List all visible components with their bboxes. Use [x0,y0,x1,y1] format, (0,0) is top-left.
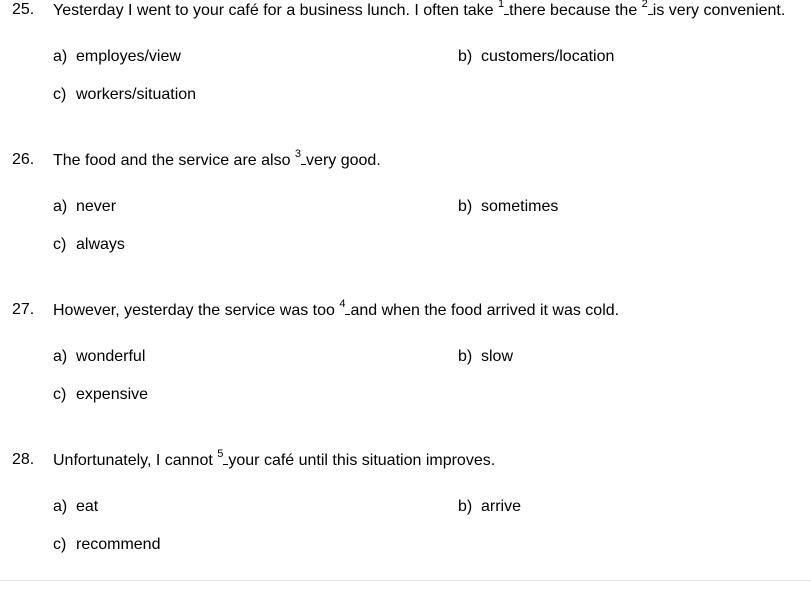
option-text: employes/view [76,48,181,65]
option-letter: b) [458,198,473,215]
option-c[interactable]: c) always [53,235,125,255]
option-letter: a) [53,198,68,215]
option-text: always [76,236,125,253]
question-number: 27. [12,301,35,318]
option-text: expensive [76,386,149,403]
option-c[interactable]: c) workers/situation [53,85,196,105]
question-25: 25. Yesterday I went to your café for a … [0,0,811,150]
blank-number: 3 [294,148,302,160]
option-letter: a) [53,48,68,65]
option-c[interactable]: c) expensive [53,385,148,405]
option-letter: a) [53,498,68,515]
option-text: eat [76,498,99,515]
question-text: Yesterday I went to your café for a busi… [53,0,786,19]
question-text: However, yesterday the service was too 4… [53,298,620,319]
option-letter: a) [53,348,68,365]
option-letter: b) [458,498,473,515]
option-text: wonderful [76,348,146,365]
blank-number: 5 [217,448,224,460]
option-letter: c) [53,536,67,553]
option-a[interactable]: a) wonderful [53,347,145,367]
question-number: 25. [12,1,35,18]
option-letter: b) [458,348,473,365]
question-number: 26. [12,151,35,168]
option-letter: c) [53,386,67,403]
option-text: never [76,198,117,215]
option-b[interactable]: b) customers/location [458,47,614,67]
question-text: Unfortunately, I cannot 5 your café until… [53,448,496,469]
blank-number: 1 [498,0,505,10]
question-27: 27. However, yesterday the service was t… [0,298,811,450]
option-text: sometimes [481,198,559,215]
option-text: arrive [481,498,522,515]
option-a[interactable]: a) eat [53,497,98,517]
question-28: 28. Unfortunately, I cannot 5 your café u… [0,448,811,600]
question-text: The food and the service are also 3 very … [53,148,381,169]
option-text: customers/location [481,48,615,65]
option-a[interactable]: a) employes/view [53,47,181,67]
question-26: 26. The food and the service are also 3v… [0,148,811,300]
option-b[interactable]: b) sometimes [458,197,558,217]
bottom-divider [0,580,811,581]
option-b[interactable]: b) arrive [458,497,521,517]
option-c[interactable]: c) recommend [53,535,160,555]
option-text: slow [481,348,514,365]
blank-number: 4 [339,298,346,310]
option-a[interactable]: a) never [53,197,116,217]
option-letter: c) [53,236,67,253]
option-text: recommend [76,536,161,553]
option-letter: c) [53,86,67,103]
question-number: 28. [12,451,35,468]
blank-number: 2 [641,0,648,10]
option-text: workers/situation [76,86,197,103]
option-letter: b) [458,48,473,65]
option-b[interactable]: b) slow [458,347,513,367]
